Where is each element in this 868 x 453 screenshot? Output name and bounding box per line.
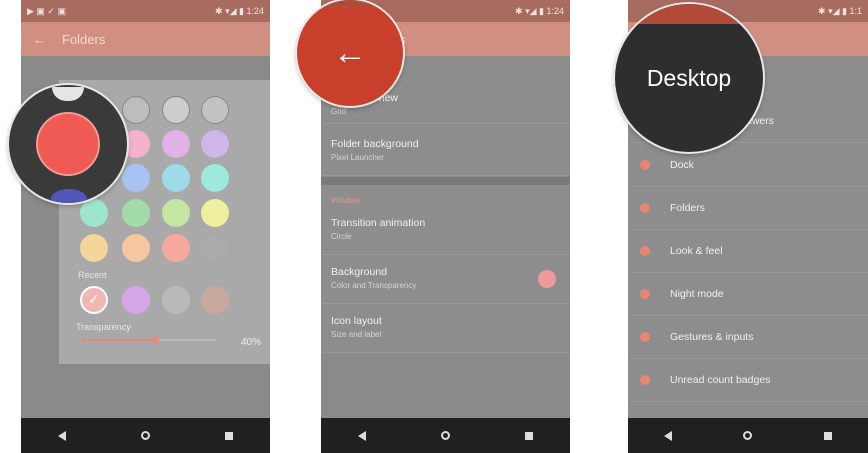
menu-item-icon <box>640 246 650 256</box>
status-right: ✱ ▾◢ ▮ 1:1 <box>818 5 862 16</box>
nav-home-icon[interactable] <box>140 431 150 440</box>
section-divider <box>321 177 570 185</box>
row-subtitle: Circle <box>331 232 352 241</box>
app-bar: ← Folders <box>21 22 270 56</box>
menu-item[interactable]: Look & feel <box>628 230 868 273</box>
status-left-icons: ▶ ▣ ✓ ▣ <box>27 5 66 16</box>
row-subtitle: Grid <box>331 107 347 116</box>
nav-back-icon[interactable] <box>663 430 672 441</box>
menu-item-icon <box>640 289 650 299</box>
list-item-transition-animation[interactable]: Transition animation Circle <box>321 207 570 255</box>
nav-recents-icon[interactable] <box>224 431 233 440</box>
color-swatch[interactable] <box>162 96 190 124</box>
menu-item-icon <box>640 160 650 170</box>
color-swatch[interactable] <box>201 199 229 227</box>
check-icon: ✓ <box>88 291 100 307</box>
color-swatch[interactable] <box>201 164 229 192</box>
row-title: Icon layout <box>331 315 382 327</box>
status-right: ✱ ▾◢ ▮ 1:24 <box>515 5 564 16</box>
recent-swatch[interactable] <box>162 286 190 314</box>
list-item-icon-layout[interactable]: Icon layout Size and label <box>321 305 570 353</box>
menu-item[interactable]: Gestures & inputs <box>628 316 868 359</box>
magnifier-back-button: ← <box>297 0 403 106</box>
menu-item[interactable]: Folders <box>628 187 868 230</box>
back-arrow-icon[interactable]: ← <box>33 32 46 47</box>
menu-item-icon <box>640 375 650 385</box>
page-title: Folders <box>62 31 106 47</box>
row-subtitle: Color and Transparency <box>331 281 417 290</box>
row-subtitle: Size and label <box>331 330 382 339</box>
magnifier-selected-color <box>9 85 127 203</box>
color-swatch[interactable] <box>201 130 229 158</box>
navigation-bar <box>21 418 270 453</box>
magnifier-desktop: Desktop <box>615 4 763 152</box>
recent-label: Recent <box>78 270 107 280</box>
color-swatch[interactable] <box>201 96 229 124</box>
transparency-label: Transparency <box>76 322 131 332</box>
status-bar: ▶ ▣ ✓ ▣ ✱ ▾◢ ▮ 1:24 <box>21 0 270 22</box>
nav-recents-icon[interactable] <box>524 431 533 440</box>
row-subtitle: Pixel Launcher <box>331 153 384 162</box>
section-header-window: Window <box>331 196 360 205</box>
status-right: ✱ ▾◢ ▮ 1:24 <box>215 5 264 16</box>
navigation-bar <box>628 418 868 453</box>
background-color-swatch[interactable] <box>538 270 556 288</box>
list-empty-area <box>321 354 570 418</box>
color-swatch[interactable] <box>162 164 190 192</box>
color-swatch[interactable] <box>80 234 108 262</box>
color-swatch[interactable] <box>122 96 150 124</box>
list-item-folder-background[interactable]: Folder background Pixel Launcher <box>321 128 570 176</box>
menu-label: Gestures & inputs <box>670 331 754 343</box>
transparency-value: 40% <box>241 337 262 348</box>
selected-color-swatch[interactable] <box>36 112 100 176</box>
row-title: Transition animation <box>331 217 426 229</box>
phone-screen-folders-palette: ▶ ▣ ✓ ▣ ✱ ▾◢ ▮ 1:24 ← Folders ✓ Recent T… <box>21 0 270 453</box>
nav-back-icon[interactable] <box>358 430 367 441</box>
color-swatch[interactable] <box>122 199 150 227</box>
recent-swatch[interactable] <box>201 286 229 314</box>
menu-label: Look & feel <box>670 245 723 257</box>
menu-label: Dock <box>670 159 694 171</box>
color-swatch[interactable] <box>162 234 190 262</box>
nav-home-icon[interactable] <box>743 431 753 440</box>
row-title: Background <box>331 266 388 278</box>
back-arrow-icon[interactable]: ← <box>297 0 403 106</box>
menu-label: Unread count badges <box>670 374 771 386</box>
nav-recents-icon[interactable] <box>824 431 833 440</box>
color-swatch[interactable] <box>201 234 229 262</box>
color-swatch[interactable] <box>80 199 108 227</box>
transparency-slider[interactable] <box>81 336 216 343</box>
nav-back-icon[interactable] <box>58 430 67 441</box>
desktop-label[interactable]: Desktop <box>647 65 731 92</box>
menu-label: Folders <box>670 202 706 214</box>
menu-item[interactable]: Night mode <box>628 273 868 316</box>
recent-swatch-selected[interactable]: ✓ <box>80 286 108 314</box>
color-swatch[interactable] <box>162 130 190 158</box>
menu-item-icon <box>640 203 650 213</box>
nav-home-icon[interactable] <box>440 431 450 440</box>
slider-fill <box>81 339 156 341</box>
row-title: Folder background <box>331 138 419 150</box>
navigation-bar <box>321 418 570 453</box>
recent-swatch[interactable] <box>122 286 150 314</box>
color-swatch[interactable] <box>162 199 190 227</box>
menu-label: Night mode <box>670 288 724 300</box>
list-item-background[interactable]: Background Color and Transparency <box>321 256 570 304</box>
color-swatch[interactable] <box>122 234 150 262</box>
menu-item-icon <box>640 332 650 342</box>
color-swatch[interactable] <box>122 164 150 192</box>
menu-item[interactable]: Unread count badges <box>628 359 868 402</box>
